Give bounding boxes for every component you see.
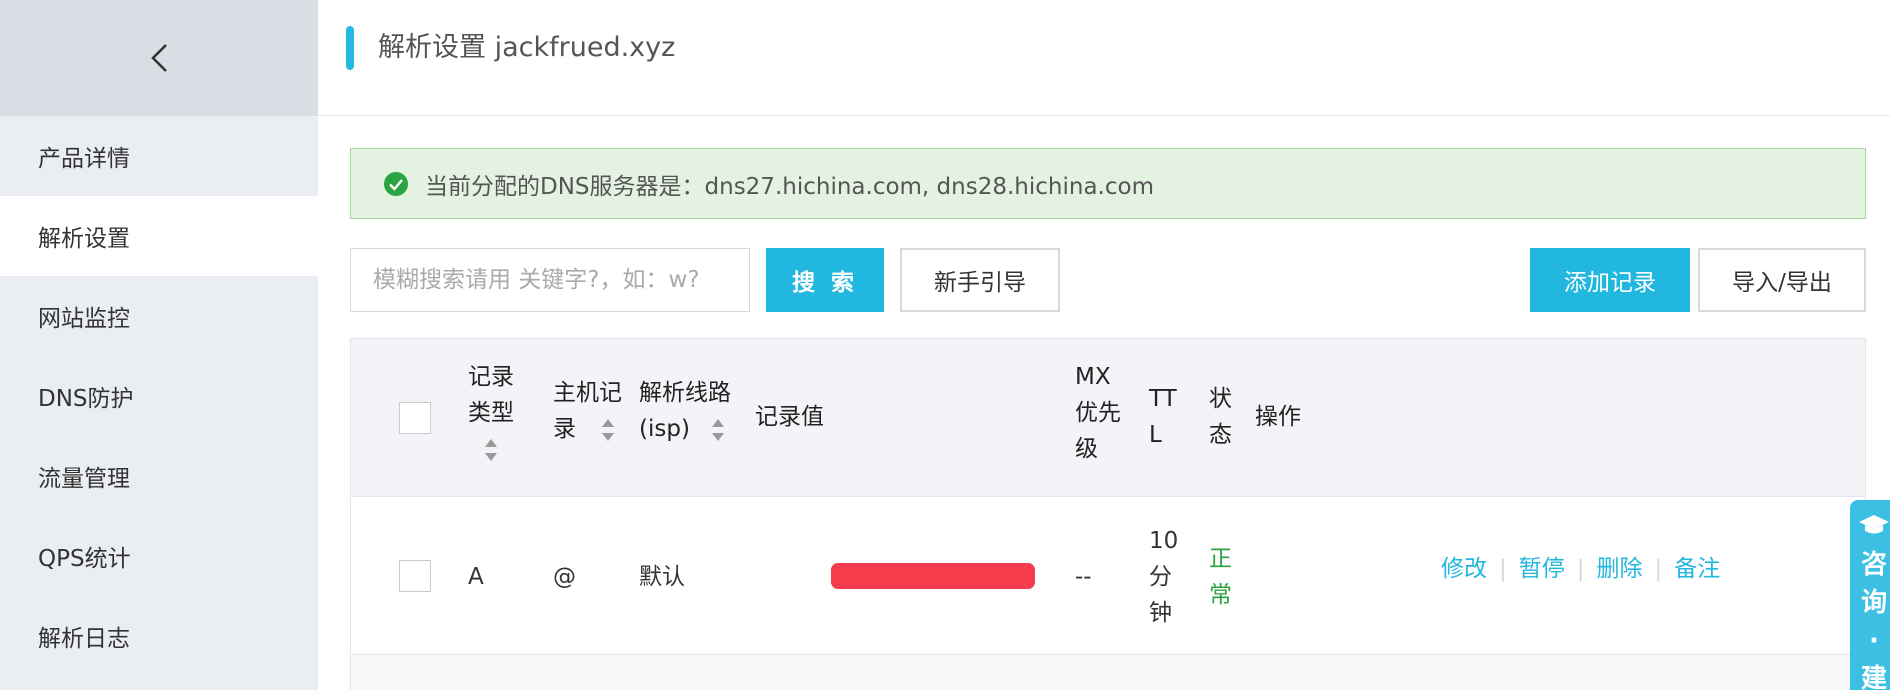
row-checkbox[interactable] <box>399 560 431 592</box>
header-text: 优先 <box>1075 400 1121 426</box>
page-header: 解析设置 jackfrued.xyz <box>318 0 1890 116</box>
header-text: 类型 <box>468 400 514 426</box>
column-header-value: 记录值 <box>755 404 824 430</box>
record-type: A <box>468 564 484 590</box>
consult-float-button[interactable]: 咨 询 · 建 <box>1850 500 1890 690</box>
sidebar-item-site-monitor[interactable]: 网站监控 <box>0 276 318 356</box>
header-text: 态 <box>1209 422 1232 448</box>
dns-server-notice: 当前分配的DNS服务器是：dns27.hichina.com, dns28.hi… <box>350 148 1866 219</box>
ttl-text: 10 <box>1149 528 1179 554</box>
consult-text: · <box>1869 626 1879 656</box>
sidebar-item-product-details[interactable]: 产品详情 <box>0 116 318 196</box>
search-button[interactable]: 搜 索 <box>766 248 884 312</box>
dns-records-table: 记录 类型 主机记 录 解析线路 (isp) 记录值 MX 优先 级 TT L … <box>350 338 1866 690</box>
sidebar-item-dns-protection[interactable]: DNS防护 <box>0 356 318 436</box>
sidebar-item-resolution-log[interactable]: 解析日志 <box>0 596 318 676</box>
mx-priority: -- <box>1075 564 1092 590</box>
header-text: L <box>1149 422 1162 448</box>
add-record-button[interactable]: 添加记录 <box>1530 248 1690 312</box>
back-button[interactable] <box>129 28 189 88</box>
search-input[interactable] <box>350 248 750 312</box>
sidebar-header <box>0 0 318 116</box>
sidebar-item-qps-stats[interactable]: QPS统计 <box>0 516 318 596</box>
delete-link[interactable]: 删除 <box>1597 551 1643 587</box>
consult-text: 咨 <box>1860 550 1887 580</box>
sidebar-item-label: 产品详情 <box>38 146 130 172</box>
consult-text: 建 <box>1860 664 1887 690</box>
divider: | <box>1654 556 1663 582</box>
header-text: 记录 <box>468 364 514 390</box>
sort-icon[interactable] <box>601 418 615 442</box>
note-link[interactable]: 备注 <box>1674 551 1720 587</box>
header-text: 录 <box>553 416 576 442</box>
graduation-cap-icon <box>1859 515 1889 534</box>
status-text: 常 <box>1209 582 1232 608</box>
import-export-button[interactable]: 导入/导出 <box>1698 248 1866 312</box>
header-text: TT <box>1149 386 1177 412</box>
divider: | <box>1576 556 1585 582</box>
column-header-status: 状 态 <box>1209 381 1232 453</box>
sidebar-item-label: 流量管理 <box>38 466 130 492</box>
column-header-ops: 操作 <box>1255 404 1301 430</box>
sidebar-item-label: DNS防护 <box>38 386 134 412</box>
column-header-mx: MX 优先 级 <box>1075 359 1121 467</box>
status-badge: 正 常 <box>1209 541 1232 613</box>
pause-link[interactable]: 暂停 <box>1519 551 1565 587</box>
divider: | <box>1499 556 1507 582</box>
sidebar-item-traffic-management[interactable]: 流量管理 <box>0 436 318 516</box>
ttl-text: 分 <box>1149 564 1172 590</box>
column-header-line[interactable]: 解析线路 (isp) <box>639 375 731 447</box>
edit-link[interactable]: 修改 <box>1441 551 1487 587</box>
header-text: 状 <box>1209 386 1232 412</box>
status-text: 正 <box>1209 546 1232 572</box>
header-accent-bar <box>346 26 354 70</box>
sort-icon[interactable] <box>711 418 725 442</box>
redacted-record-value <box>831 563 1035 589</box>
sidebar-item-dns-settings[interactable]: 解析设置 <box>0 196 318 276</box>
search-button-label: 搜 索 <box>791 270 858 296</box>
column-header-host[interactable]: 主机记 录 <box>553 375 622 447</box>
page-title: 解析设置 jackfrued.xyz <box>378 32 676 63</box>
header-text: 解析线路 <box>639 380 731 406</box>
ttl-value: 10 分 钟 <box>1149 523 1178 631</box>
notice-text: 当前分配的DNS服务器是：dns27.hichina.com, dns28.hi… <box>425 173 1154 200</box>
table-row <box>351 655 1865 690</box>
resolution-line: 默认 <box>639 564 685 590</box>
table-header: 记录 类型 主机记 录 解析线路 (isp) 记录值 MX 优先 级 TT L … <box>351 339 1865 497</box>
consult-text: 询 <box>1860 588 1887 618</box>
add-button-label: 添加记录 <box>1564 270 1656 296</box>
header-text: (isp) <box>639 416 690 442</box>
app-window: 产品详情 解析设置 网站监控 DNS防护 流量管理 QPS统计 解析日志 解析设… <box>0 0 1890 690</box>
header-text: 级 <box>1075 436 1098 462</box>
table-row: A @ 默认 -- 10 分 钟 正 常 修改 | 暂停 | 删除 | 备注 <box>351 497 1865 655</box>
column-header-type[interactable]: 记录 类型 <box>468 359 514 467</box>
row-actions: 修改 | 暂停 | 删除 | 备注 <box>1441 551 1720 587</box>
check-circle-icon <box>384 171 408 196</box>
host-record: @ <box>553 564 576 590</box>
beginner-guide-button[interactable]: 新手引导 <box>900 248 1060 312</box>
sort-icon[interactable] <box>484 438 498 462</box>
column-header-ttl: TT L <box>1149 381 1177 453</box>
sidebar: 产品详情 解析设置 网站监控 DNS防护 流量管理 QPS统计 解析日志 <box>0 0 318 690</box>
chevron-left-icon <box>151 44 167 72</box>
select-all-checkbox[interactable] <box>399 402 431 434</box>
sidebar-item-label: 解析日志 <box>38 626 130 652</box>
header-text: MX <box>1075 364 1111 390</box>
sidebar-item-label: 网站监控 <box>38 306 130 332</box>
sidebar-item-label: 解析设置 <box>38 226 130 252</box>
sidebar-item-label: QPS统计 <box>38 546 131 572</box>
header-text: 主机记 <box>553 380 622 406</box>
import-button-label: 导入/导出 <box>1732 270 1832 296</box>
ttl-text: 钟 <box>1149 600 1172 626</box>
guide-button-label: 新手引导 <box>934 270 1026 296</box>
